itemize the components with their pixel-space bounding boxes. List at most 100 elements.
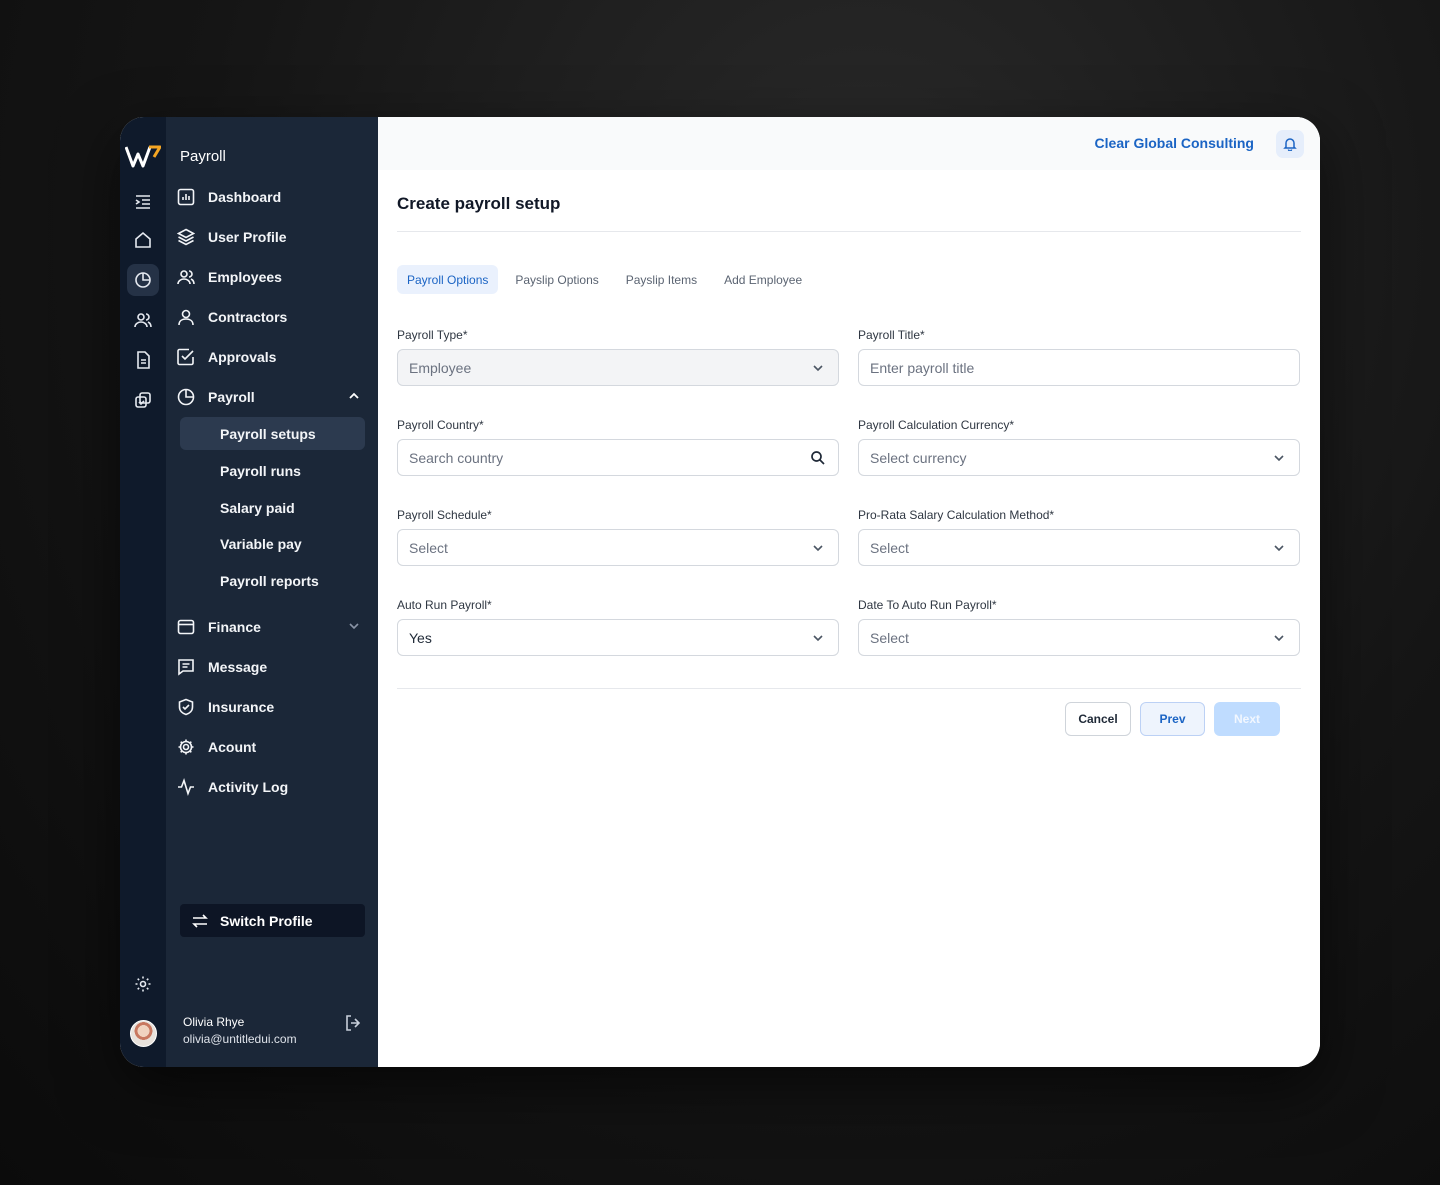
- field-label: Date To Auto Run Payroll*: [858, 598, 997, 612]
- chevron-down-icon: [1274, 545, 1284, 552]
- document-icon[interactable]: [127, 344, 159, 376]
- chevron-down-icon: [813, 365, 823, 372]
- header-divider: [397, 231, 1301, 232]
- input-placeholder: Select: [870, 539, 909, 556]
- input-placeholder: Search country: [409, 449, 504, 466]
- payroll-title-field: Payroll Title* Enter payroll title: [858, 328, 1300, 386]
- calc-currency-select[interactable]: Select currency: [858, 439, 1300, 476]
- payroll-title-input[interactable]: Enter payroll title: [858, 349, 1300, 386]
- chevron-down-icon: [813, 545, 823, 552]
- tab-payroll-options[interactable]: Payroll Options: [397, 265, 499, 294]
- notification-bell-icon[interactable]: [1276, 130, 1304, 158]
- main-content: Clear Global Consulting Create payroll s…: [378, 117, 1320, 1067]
- select-value: Employee: [409, 359, 472, 376]
- pie-chart-icon: [166, 388, 206, 406]
- page-title: Create payroll setup: [397, 194, 561, 213]
- sidebar-item-message[interactable]: Message: [178, 650, 365, 684]
- payroll-country-search-input[interactable]: Search country: [397, 439, 839, 476]
- sidebar-subitem-payroll-setups[interactable]: Payroll setups: [180, 417, 365, 450]
- payroll-type-field: Payroll Type* Employee: [397, 328, 839, 386]
- input-placeholder: Select currency: [870, 449, 967, 466]
- chevron-down-icon[interactable]: [347, 619, 361, 633]
- sidebar-item-account[interactable]: Acount: [178, 730, 365, 764]
- app-window: Payroll Dashboard User Profile Employees…: [120, 117, 1320, 1067]
- sidebar: Payroll Dashboard User Profile Employees…: [166, 117, 378, 1067]
- sidebar-item-user-profile[interactable]: User Profile: [177, 220, 365, 254]
- shield-icon: [166, 698, 206, 716]
- sidebar-item-label: Finance: [208, 619, 261, 635]
- settings-icon[interactable]: [127, 968, 159, 1000]
- sidebar-item-contractors[interactable]: Contractors: [178, 300, 365, 334]
- payroll-type-select[interactable]: Employee: [397, 349, 839, 386]
- tab-payslip-items[interactable]: Payslip Items: [616, 265, 707, 294]
- logout-icon[interactable]: [344, 1014, 362, 1032]
- brand-logo-icon: [125, 145, 161, 168]
- prorata-method-select[interactable]: Select: [858, 529, 1300, 566]
- users-icon[interactable]: [127, 304, 159, 336]
- auto-run-select[interactable]: Yes: [397, 619, 839, 656]
- prorata-method-field: Pro-Rata Salary Calculation Method* Sele…: [858, 508, 1300, 566]
- field-label: Pro-Rata Salary Calculation Method*: [858, 508, 1055, 522]
- gear-icon: [166, 738, 206, 756]
- sidebar-subitem-variable-pay[interactable]: Variable pay: [180, 527, 365, 560]
- field-label: Payroll Calculation Currency*: [858, 418, 1015, 432]
- sidebar-subitem-payroll-runs[interactable]: Payroll runs: [180, 454, 365, 487]
- next-button[interactable]: Next: [1214, 702, 1280, 736]
- switch-profile-label: Switch Profile: [220, 912, 313, 929]
- chevron-down-icon: [813, 635, 823, 642]
- cancel-button[interactable]: Cancel: [1065, 702, 1131, 736]
- home-icon[interactable]: [127, 224, 159, 256]
- field-label: Auto Run Payroll*: [397, 598, 492, 612]
- top-bar: Clear Global Consulting: [378, 117, 1320, 170]
- auto-run-date-field: Date To Auto Run Payroll* Select: [858, 598, 1300, 656]
- sidebar-item-label: Approvals: [208, 349, 277, 365]
- company-name-link[interactable]: Clear Global Consulting: [1095, 135, 1254, 151]
- sidebar-subitem-payroll-reports[interactable]: Payroll reports: [180, 564, 365, 597]
- pie-chart-icon[interactable]: [127, 264, 159, 296]
- sidebar-item-label: Employees: [208, 269, 282, 285]
- setup-tabs: Payroll Options Payslip Options Payslip …: [397, 265, 819, 294]
- sidebar-subitem-salary-paid[interactable]: Salary paid: [180, 491, 365, 524]
- chevron-down-icon: [1274, 635, 1284, 642]
- sidebar-item-finance[interactable]: Finance: [177, 610, 365, 644]
- sidebar-item-approvals[interactable]: Approvals: [177, 340, 365, 374]
- payroll-country-field: Payroll Country* Search country: [397, 418, 839, 476]
- sidebar-item-label: Contractors: [208, 309, 288, 325]
- calc-currency-field: Payroll Calculation Currency* Select cur…: [858, 418, 1300, 476]
- form-divider: [397, 688, 1301, 689]
- auto-run-field: Auto Run Payroll* Yes: [397, 598, 839, 656]
- switch-arrows-icon: [180, 912, 220, 930]
- field-label: Payroll Country*: [397, 418, 484, 432]
- check-square-icon: [166, 348, 206, 366]
- tab-payslip-options[interactable]: Payslip Options: [505, 265, 608, 294]
- chevron-up-icon[interactable]: [347, 389, 361, 403]
- sidebar-item-dashboard[interactable]: Dashboard: [177, 180, 365, 214]
- sidebar-item-employees[interactable]: Employees: [177, 260, 365, 294]
- sidebar-item-label: Activity Log: [208, 779, 289, 795]
- user-icon: [166, 308, 206, 326]
- sidebar-item-payroll[interactable]: Payroll: [177, 380, 365, 414]
- copy-check-icon[interactable]: [127, 384, 159, 416]
- bar-chart-icon: [166, 188, 206, 206]
- input-placeholder: Select: [409, 539, 448, 556]
- avatar[interactable]: [130, 1020, 157, 1047]
- menu-indent-icon[interactable]: [127, 186, 159, 218]
- chevron-down-icon: [1274, 455, 1284, 462]
- tab-add-employee[interactable]: Add Employee: [714, 265, 812, 294]
- sidebar-item-label: Payroll: [208, 389, 255, 405]
- sidebar-item-label: Message: [208, 659, 268, 675]
- auto-run-date-select[interactable]: Select: [858, 619, 1300, 656]
- payroll-schedule-select[interactable]: Select: [397, 529, 839, 566]
- wallet-icon: [166, 618, 206, 636]
- prev-button[interactable]: Prev: [1140, 702, 1205, 736]
- sidebar-item-insurance[interactable]: Insurance: [178, 690, 365, 724]
- search-icon: [811, 451, 825, 465]
- activity-icon: [166, 778, 206, 796]
- sidebar-item-label: Dashboard: [208, 189, 282, 205]
- select-value: Yes: [409, 629, 432, 646]
- switch-profile-button[interactable]: Switch Profile: [180, 904, 365, 937]
- field-label: Payroll Title*: [858, 328, 925, 342]
- layers-icon: [166, 228, 206, 246]
- field-label: Payroll Schedule*: [397, 508, 492, 522]
- sidebar-item-activity-log[interactable]: Activity Log: [178, 770, 365, 804]
